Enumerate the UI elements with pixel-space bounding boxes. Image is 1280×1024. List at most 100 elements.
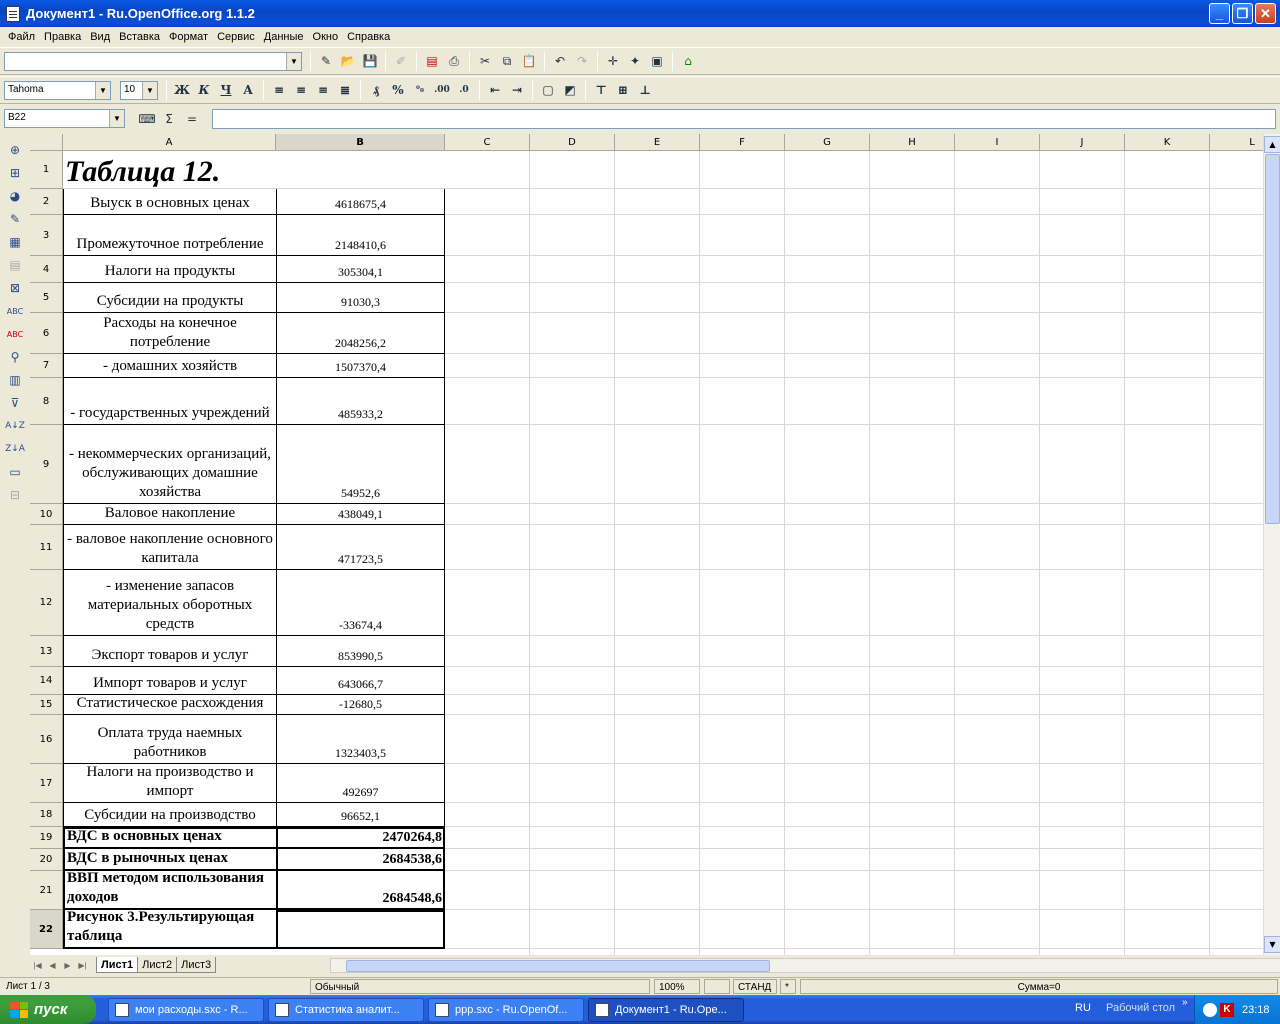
column-header-d[interactable]: D bbox=[530, 134, 615, 151]
delete-decimal-icon[interactable]: .0 bbox=[454, 80, 474, 100]
cell-b22[interactable] bbox=[276, 910, 445, 949]
column-header-b[interactable]: B bbox=[276, 134, 445, 151]
help-icon[interactable]: ⌂ bbox=[678, 51, 698, 71]
menu-format[interactable]: Формат bbox=[165, 31, 212, 43]
underline-button[interactable]: Ч bbox=[216, 80, 236, 100]
cell-a8[interactable]: - государственных учреждений bbox=[63, 378, 276, 425]
spellcheck-icon[interactable]: ABC bbox=[5, 300, 25, 322]
standard-format-icon[interactable]: ⁰₀ bbox=[410, 80, 430, 100]
autofilter-icon[interactable]: ⊽ bbox=[5, 392, 25, 414]
close-button[interactable]: ✕ bbox=[1255, 3, 1276, 24]
status-zoom[interactable]: 100% bbox=[654, 979, 700, 994]
column-header-g[interactable]: G bbox=[785, 134, 870, 151]
borders-icon[interactable]: ▢ bbox=[538, 80, 558, 100]
cell-b10[interactable]: 438049,1 bbox=[276, 504, 445, 525]
cell-a3[interactable]: Промежуточное потребление bbox=[63, 215, 276, 256]
url-combo[interactable]: ▼ bbox=[4, 51, 302, 71]
column-header-e[interactable]: E bbox=[615, 134, 700, 151]
edit-mode-icon[interactable]: ✐ bbox=[391, 51, 411, 71]
cell-b15[interactable]: -12680,5 bbox=[276, 695, 445, 715]
align-middle-icon[interactable]: ⊞ bbox=[613, 80, 633, 100]
row-header-10[interactable]: 10 bbox=[30, 504, 63, 525]
show-draw-functions-icon[interactable]: ✎ bbox=[5, 208, 25, 230]
align-center-icon[interactable]: ≡ bbox=[291, 80, 311, 100]
column-header-h[interactable]: H bbox=[870, 134, 955, 151]
row-header-11[interactable]: 11 bbox=[30, 525, 63, 570]
italic-button[interactable]: К bbox=[194, 80, 214, 100]
row-header-6[interactable]: 6 bbox=[30, 313, 63, 354]
row-header-22[interactable]: 22 bbox=[30, 910, 63, 949]
chevron-down-icon[interactable]: ▼ bbox=[95, 81, 110, 99]
cell-a19[interactable]: ВДС в основных ценах bbox=[63, 827, 276, 849]
align-top-icon[interactable]: ⊤ bbox=[591, 80, 611, 100]
menu-data[interactable]: Данные bbox=[260, 31, 308, 43]
chevron-down-icon[interactable]: ▼ bbox=[286, 52, 301, 70]
column-header-c[interactable]: C bbox=[445, 134, 530, 151]
vertical-scroll-thumb[interactable] bbox=[1265, 154, 1280, 524]
function-wizard-icon[interactable]: ⌨ bbox=[137, 109, 157, 129]
row-header-18[interactable]: 18 bbox=[30, 803, 63, 827]
cell-b21[interactable]: 2684548,6 bbox=[276, 871, 445, 910]
row-header-12[interactable]: 12 bbox=[30, 570, 63, 636]
find-icon[interactable]: ⚲ bbox=[5, 346, 25, 368]
taskbar-item[interactable]: Статистика аналит... bbox=[268, 997, 424, 1022]
cell-b11[interactable]: 471723,5 bbox=[276, 525, 445, 570]
cell-b20[interactable]: 2684538,6 bbox=[276, 849, 445, 871]
chevron-down-icon[interactable]: ▼ bbox=[142, 81, 157, 99]
font-size-combo[interactable]: 10 ▼ bbox=[120, 80, 158, 100]
column-header-j[interactable]: J bbox=[1040, 134, 1125, 151]
select-icon[interactable]: ⊠ bbox=[5, 277, 25, 299]
export-pdf-icon[interactable]: ▤ bbox=[422, 51, 442, 71]
row-header-20[interactable]: 20 bbox=[30, 849, 63, 871]
increase-indent-icon[interactable]: ⇥ bbox=[507, 80, 527, 100]
clock[interactable]: 23:18 bbox=[1242, 1004, 1270, 1016]
cell-b5[interactable]: 91030,3 bbox=[276, 283, 445, 313]
sheet-tab-2[interactable]: Лист2 bbox=[137, 957, 178, 973]
print-icon[interactable]: ⎙ bbox=[444, 51, 464, 71]
sheet-tab-1[interactable]: Лист1 bbox=[96, 957, 139, 973]
justify-icon[interactable]: ≣ bbox=[335, 80, 355, 100]
row-header-19[interactable]: 19 bbox=[30, 827, 63, 849]
cell-a10[interactable]: Валовое накопление bbox=[63, 504, 276, 525]
cell-a15[interactable]: Статистическое расхождения bbox=[63, 695, 276, 715]
cell-b2[interactable]: 4618675,4 bbox=[276, 189, 445, 215]
title-cell[interactable]: Таблица 12. bbox=[65, 152, 220, 189]
vertical-scrollbar[interactable]: ▲ ▼ bbox=[1263, 134, 1280, 955]
navigator-icon[interactable]: ✛ bbox=[603, 51, 623, 71]
cell-b12[interactable]: -33674,4 bbox=[276, 570, 445, 636]
cell-a13[interactable]: Экспорт товаров и услуг bbox=[63, 636, 276, 667]
row-header-1[interactable]: 1 bbox=[30, 151, 63, 189]
currency-format-icon[interactable]: ₰ bbox=[366, 80, 386, 100]
cell-b17[interactable]: 492697 bbox=[276, 764, 445, 803]
row-header-3[interactable]: 3 bbox=[30, 215, 63, 256]
prev-sheet-icon[interactable]: ◀ bbox=[45, 958, 60, 972]
edit-file-icon[interactable]: ✎ bbox=[316, 51, 336, 71]
menu-tools[interactable]: Сервис bbox=[213, 31, 259, 43]
formula-input[interactable] bbox=[212, 109, 1276, 129]
insert-cells-icon[interactable]: ⊞ bbox=[5, 162, 25, 184]
font-name-combo[interactable]: Tahoma ▼ bbox=[4, 80, 111, 100]
column-header-i[interactable]: I bbox=[955, 134, 1040, 151]
cell-a5[interactable]: Субсидии на продукты bbox=[63, 283, 276, 313]
undo-icon[interactable]: ↶ bbox=[550, 51, 570, 71]
remove-icon[interactable]: ⊟ bbox=[5, 484, 25, 506]
autoformat-icon[interactable]: ▤ bbox=[5, 254, 25, 276]
start-button[interactable]: пуск bbox=[0, 995, 96, 1024]
column-header-f[interactable]: F bbox=[700, 134, 785, 151]
cell-a6[interactable]: Расходы на конечное потребление bbox=[63, 313, 276, 354]
status-mode[interactable]: СТАНД bbox=[733, 979, 777, 994]
cell-b14[interactable]: 643066,7 bbox=[276, 667, 445, 695]
sheet-tab-3[interactable]: Лист3 bbox=[176, 957, 217, 973]
cell-b16[interactable]: 1323403,5 bbox=[276, 715, 445, 764]
column-header-a[interactable]: A bbox=[63, 134, 276, 151]
menu-edit[interactable]: Правка bbox=[40, 31, 85, 43]
network-icon[interactable] bbox=[1203, 1002, 1217, 1017]
insert-chart-icon[interactable]: ▭ bbox=[5, 461, 25, 483]
cell-b4[interactable]: 305304,1 bbox=[276, 256, 445, 283]
row-header-7[interactable]: 7 bbox=[30, 354, 63, 378]
language-indicator[interactable]: RU bbox=[1075, 1002, 1091, 1014]
menu-view[interactable]: Вид bbox=[86, 31, 114, 43]
background-color-icon[interactable]: ◩ bbox=[560, 80, 580, 100]
menu-help[interactable]: Справка bbox=[343, 31, 394, 43]
cell-a12[interactable]: - изменение запасов материальных оборотн… bbox=[63, 570, 276, 636]
